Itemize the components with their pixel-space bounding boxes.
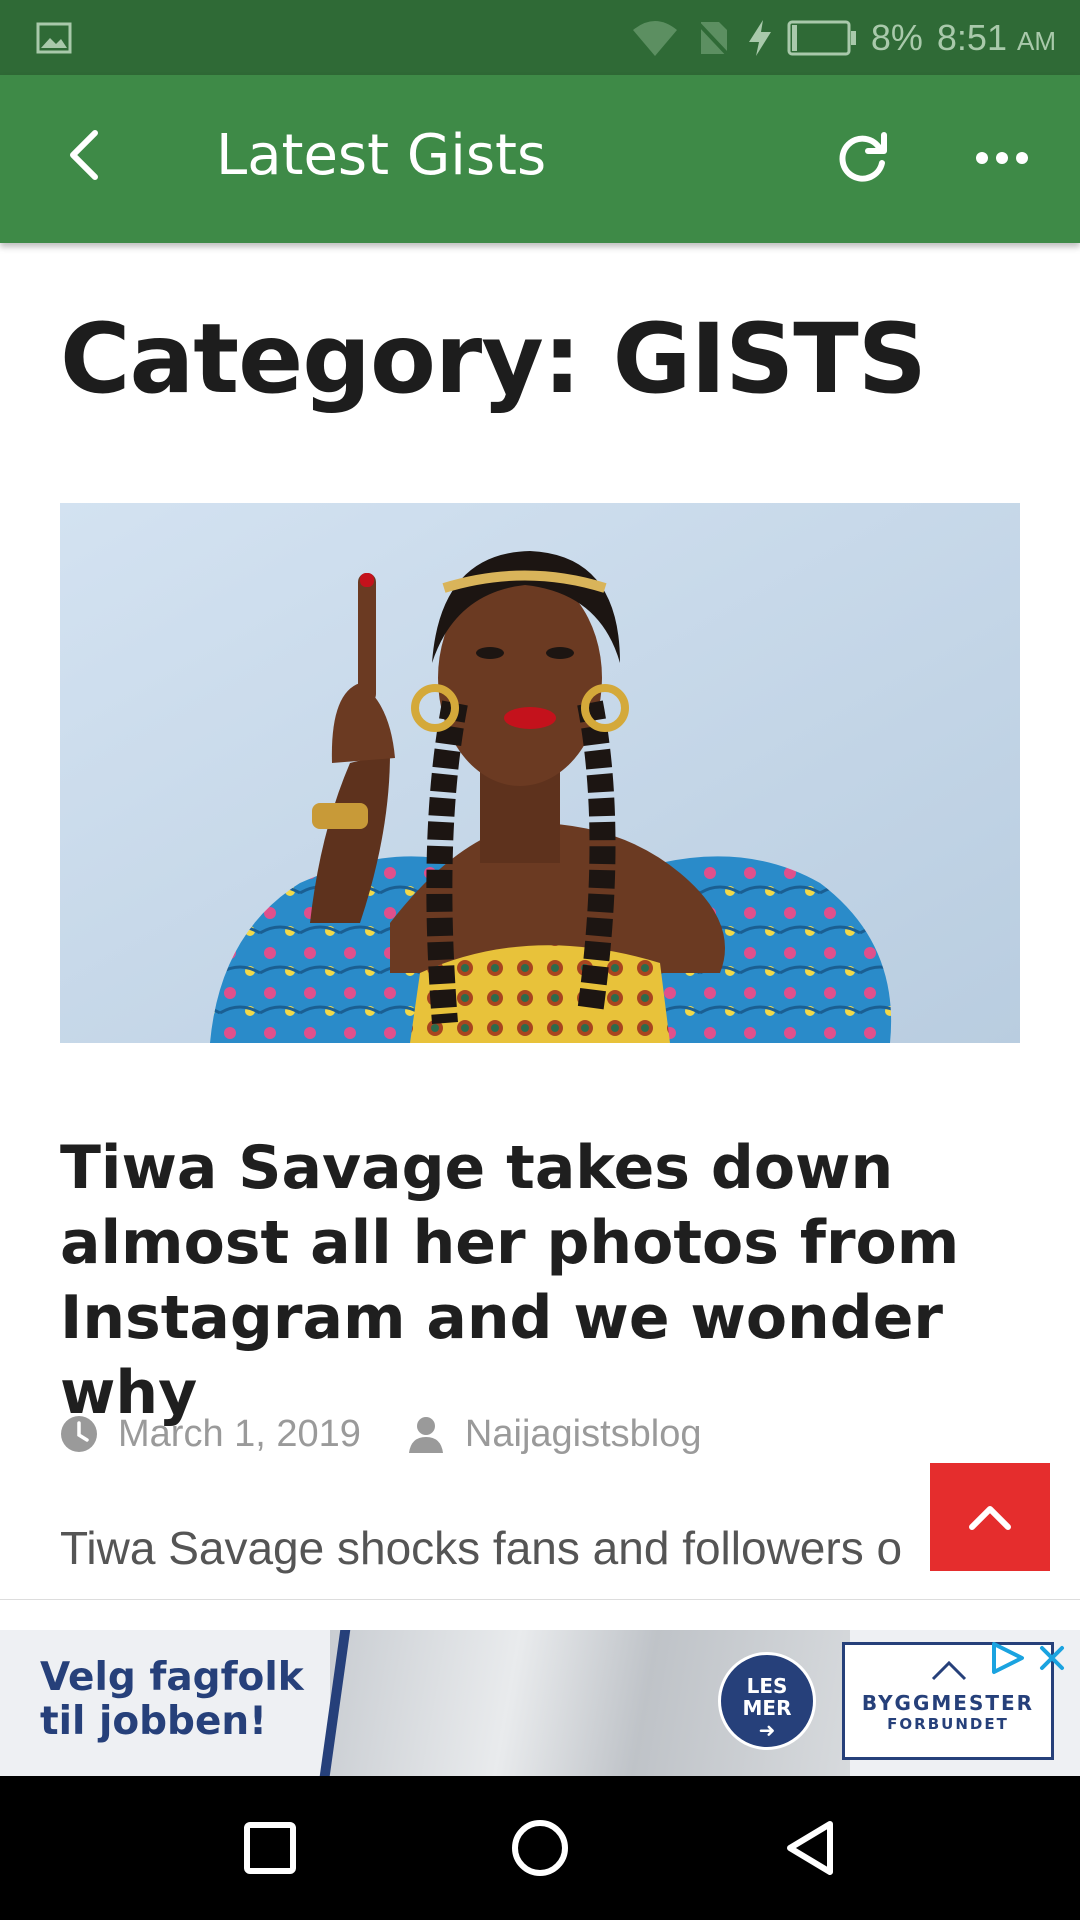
- clock-time: 8:51: [936, 17, 1007, 58]
- adchoices-icon[interactable]: [988, 1640, 1028, 1676]
- recents-button[interactable]: [234, 1812, 306, 1884]
- post-author-name: Naijagistsblog: [464, 1412, 702, 1455]
- more-options-icon: [976, 152, 1028, 164]
- app-bar-title: Latest Gists: [216, 123, 547, 188]
- back-arrow-icon: [70, 130, 98, 180]
- system-navigation-bar: [0, 1776, 1080, 1920]
- post-date: March 1, 2019: [118, 1412, 361, 1455]
- featured-photo-illustration: [60, 503, 1020, 1043]
- ad-brand-subname: FORBUNDET: [887, 1715, 1009, 1733]
- post-meta: March 1, 2019 Naijagistsblog: [60, 1409, 702, 1459]
- post-featured-image[interactable]: [60, 503, 1020, 1043]
- circle-icon: [512, 1820, 568, 1876]
- ad-headline-line1: Velg fagfolk: [40, 1655, 304, 1700]
- ad-cta-line1: LES: [746, 1674, 788, 1698]
- square-icon: [244, 1822, 296, 1874]
- scroll-to-top-button[interactable]: [930, 1463, 1050, 1571]
- more-options-button[interactable]: [962, 125, 1042, 191]
- battery-icon: [787, 20, 856, 56]
- clock: 8:51 AM: [937, 17, 1056, 59]
- category-title: Category: GISTS: [60, 303, 927, 415]
- content-area[interactable]: Category: GISTS Tiwa Savage takes down a…: [0, 243, 1080, 1600]
- ad-close-icon[interactable]: [1036, 1642, 1068, 1674]
- arrow-right-icon: ➜: [758, 1718, 776, 1742]
- refresh-icon: [839, 132, 887, 182]
- no-sim-icon: [695, 20, 731, 58]
- ad-cta-button[interactable]: LES MER ➜: [718, 1652, 816, 1750]
- clock-ampm: AM: [1017, 26, 1056, 56]
- roof-icon: [931, 1660, 967, 1681]
- ad-banner[interactable]: Velg fagfolk til jobben! LES MER ➜ BYGGM…: [0, 1630, 1080, 1776]
- ad-brand-name: BYGGMESTER: [861, 1691, 1035, 1715]
- nav-back-button[interactable]: [774, 1812, 846, 1884]
- gallery-icon: [36, 22, 72, 54]
- wifi-icon: [632, 21, 677, 56]
- app-bar: Latest Gists: [0, 75, 1080, 243]
- chevron-up-icon: [969, 1506, 1011, 1530]
- status-bar: 8% 8:51 AM: [0, 0, 1080, 75]
- post-excerpt: Tiwa Savage shocks fans and followers o: [60, 1522, 903, 1574]
- ad-cta-line2: MER: [742, 1696, 792, 1720]
- refresh-button[interactable]: [830, 125, 896, 191]
- post-author[interactable]: Naijagistsblog: [407, 1413, 702, 1456]
- back-button[interactable]: [55, 125, 115, 185]
- ad-headline: Velg fagfolk til jobben!: [40, 1656, 304, 1744]
- ad-headline-line2: til jobben!: [40, 1699, 267, 1744]
- post-title[interactable]: Tiwa Savage takes down almost all her ph…: [60, 1131, 1040, 1431]
- clock-icon: [60, 1415, 98, 1453]
- triangle-back-icon: [787, 1821, 833, 1875]
- home-button[interactable]: [504, 1812, 576, 1884]
- user-icon: [407, 1415, 445, 1453]
- divider: [0, 1599, 1080, 1600]
- battery-percentage: 8%: [870, 17, 923, 58]
- charging-icon: [748, 20, 771, 56]
